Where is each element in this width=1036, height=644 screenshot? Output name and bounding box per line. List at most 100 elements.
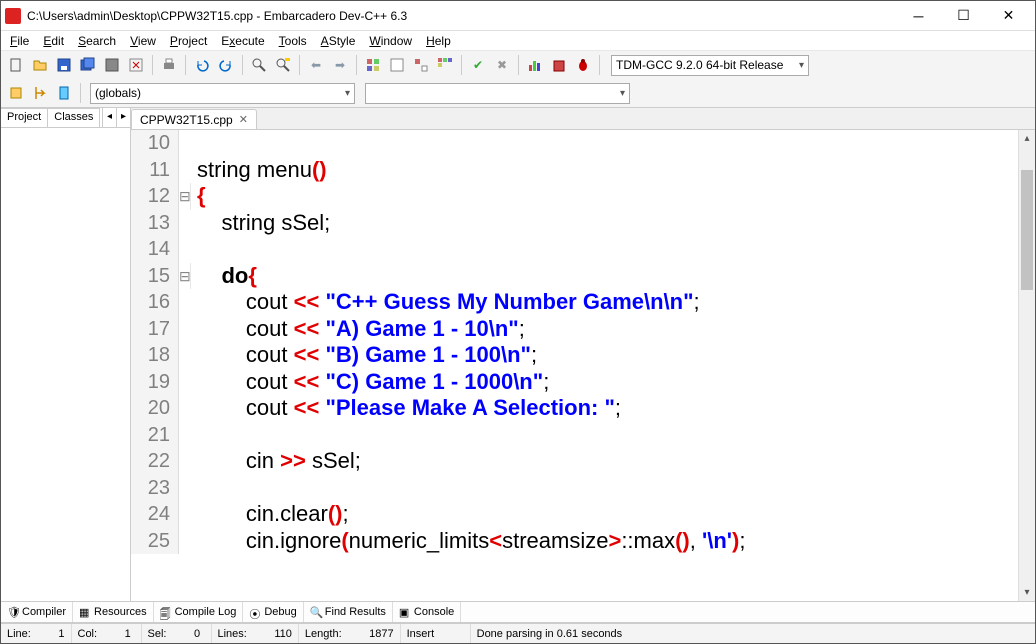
menu-bar: File Edit Search View Project Execute To…: [1, 31, 1035, 51]
code-line[interactable]: string menu(): [191, 157, 327, 184]
menu-execute[interactable]: Execute: [214, 32, 271, 50]
fold-marker[interactable]: ⊟: [179, 263, 191, 290]
run-button[interactable]: [386, 54, 408, 76]
compile-button[interactable]: [362, 54, 384, 76]
save-button[interactable]: [53, 54, 75, 76]
find-button[interactable]: [248, 54, 270, 76]
line-number: 21: [131, 422, 179, 449]
code-line[interactable]: cout << "Please Make A Selection: ";: [191, 395, 621, 422]
back-button[interactable]: ⬅: [305, 54, 327, 76]
tab-project[interactable]: Project: [1, 108, 48, 127]
chevron-down-icon: ▾: [345, 88, 350, 99]
file-tab[interactable]: CPPW32T15.cpp ✕: [131, 109, 257, 129]
line-number: 25: [131, 528, 179, 555]
tab-debug[interactable]: ⦿Debug: [243, 602, 303, 622]
member-selector[interactable]: ▾: [365, 83, 630, 104]
menu-project[interactable]: Project: [163, 32, 214, 50]
line-number: 20: [131, 395, 179, 422]
debug-button[interactable]: ✔: [467, 54, 489, 76]
redo-button[interactable]: [215, 54, 237, 76]
log-icon: 🗐: [160, 606, 172, 618]
status-line: Line: 1: [1, 624, 72, 643]
tab-compiler[interactable]: 🛡Compiler: [1, 602, 73, 622]
code-line[interactable]: cin >> sSel;: [191, 448, 361, 475]
save-as-button[interactable]: [101, 54, 123, 76]
chevron-down-icon: ▾: [799, 60, 804, 71]
code-line[interactable]: cin.ignore(numeric_limits<streamsize>::m…: [191, 528, 745, 555]
debug-bug-button[interactable]: [572, 54, 594, 76]
line-number: 13: [131, 210, 179, 237]
line-number: 18: [131, 342, 179, 369]
scroll-up-arrow[interactable]: ▴: [1019, 130, 1035, 147]
close-button[interactable]: ✕: [986, 1, 1031, 30]
code-line[interactable]: cout << "C) Game 1 - 1000\n";: [191, 369, 549, 396]
goto-button[interactable]: [29, 82, 51, 104]
search-icon: 🔍: [310, 606, 322, 618]
code-line[interactable]: cout << "A) Game 1 - 10\n";: [191, 316, 525, 343]
console-icon: ▣: [399, 606, 411, 618]
new-file-button[interactable]: [5, 54, 27, 76]
status-length: Length: 1877: [299, 624, 401, 643]
globals-selector[interactable]: (globals) ▾: [90, 83, 355, 104]
status-sel: Sel: 0: [142, 624, 212, 643]
rebuild-button[interactable]: [434, 54, 456, 76]
code-editor[interactable]: 1011string menu()12⊟{13 string sSel;1415…: [131, 130, 1018, 601]
left-panel: Project Classes ◂ ▸: [1, 108, 131, 601]
resource-icon: ▦: [79, 606, 91, 618]
code-line[interactable]: cin.clear();: [191, 501, 349, 528]
menu-astyle[interactable]: AStyle: [314, 32, 363, 50]
code-line[interactable]: do{: [191, 263, 257, 290]
stop-button[interactable]: ✖: [491, 54, 513, 76]
scrollbar-thumb[interactable]: [1021, 170, 1033, 290]
compile-run-button[interactable]: [410, 54, 432, 76]
bookmark-button[interactable]: [53, 82, 75, 104]
minimize-button[interactable]: ─: [896, 1, 941, 30]
scroll-down-arrow[interactable]: ▾: [1019, 584, 1035, 601]
debug-icon: ⦿: [249, 606, 261, 618]
forward-button[interactable]: ➡: [329, 54, 351, 76]
profile-button[interactable]: [524, 54, 546, 76]
tab-classes[interactable]: Classes: [48, 108, 100, 127]
replace-button[interactable]: [272, 54, 294, 76]
save-all-button[interactable]: [77, 54, 99, 76]
status-mode: Insert: [401, 624, 471, 643]
file-tab-bar: CPPW32T15.cpp ✕: [131, 108, 1035, 130]
close-file-button[interactable]: [125, 54, 147, 76]
fold-marker[interactable]: ⊟: [179, 183, 191, 210]
menu-window[interactable]: Window: [362, 32, 419, 50]
code-line[interactable]: string sSel;: [191, 210, 330, 237]
menu-view[interactable]: View: [123, 32, 163, 50]
line-number: 10: [131, 130, 179, 157]
app-icon: [5, 8, 21, 24]
new-class-button[interactable]: [5, 82, 27, 104]
vertical-scrollbar[interactable]: ▴ ▾: [1018, 130, 1035, 601]
main-area: Project Classes ◂ ▸ CPPW32T15.cpp ✕ 1011…: [1, 108, 1035, 601]
tab-scroll-right[interactable]: ▸: [116, 108, 130, 127]
project-tree[interactable]: [1, 128, 130, 601]
tab-scroll-left[interactable]: ◂: [102, 108, 116, 127]
tab-compile-log[interactable]: 🗐Compile Log: [154, 602, 244, 622]
menu-help[interactable]: Help: [419, 32, 458, 50]
status-col: Col: 1: [72, 624, 142, 643]
print-button[interactable]: [158, 54, 180, 76]
open-file-button[interactable]: [29, 54, 51, 76]
delete-profile-button[interactable]: [548, 54, 570, 76]
menu-edit[interactable]: Edit: [36, 32, 71, 50]
status-bar: Line: 1 Col: 1 Sel: 0 Lines: 110 Length:…: [1, 623, 1035, 643]
menu-tools[interactable]: Tools: [272, 32, 314, 50]
menu-file[interactable]: File: [3, 32, 36, 50]
line-number: 15: [131, 263, 179, 290]
maximize-button[interactable]: ☐: [941, 1, 986, 30]
line-number: 22: [131, 448, 179, 475]
bottom-tab-bar: 🛡Compiler ▦Resources 🗐Compile Log ⦿Debug…: [1, 601, 1035, 623]
tab-console[interactable]: ▣Console: [393, 602, 461, 622]
code-line[interactable]: cout << "C++ Guess My Number Game\n\n";: [191, 289, 700, 316]
code-line[interactable]: cout << "B) Game 1 - 100\n";: [191, 342, 537, 369]
undo-button[interactable]: [191, 54, 213, 76]
menu-search[interactable]: Search: [71, 32, 123, 50]
compiler-selector[interactable]: TDM-GCC 9.2.0 64-bit Release ▾: [611, 55, 809, 76]
tab-resources[interactable]: ▦Resources: [73, 602, 154, 622]
tab-find-results[interactable]: 🔍Find Results: [304, 602, 393, 622]
code-line[interactable]: {: [191, 183, 206, 210]
close-tab-icon[interactable]: ✕: [239, 113, 248, 126]
